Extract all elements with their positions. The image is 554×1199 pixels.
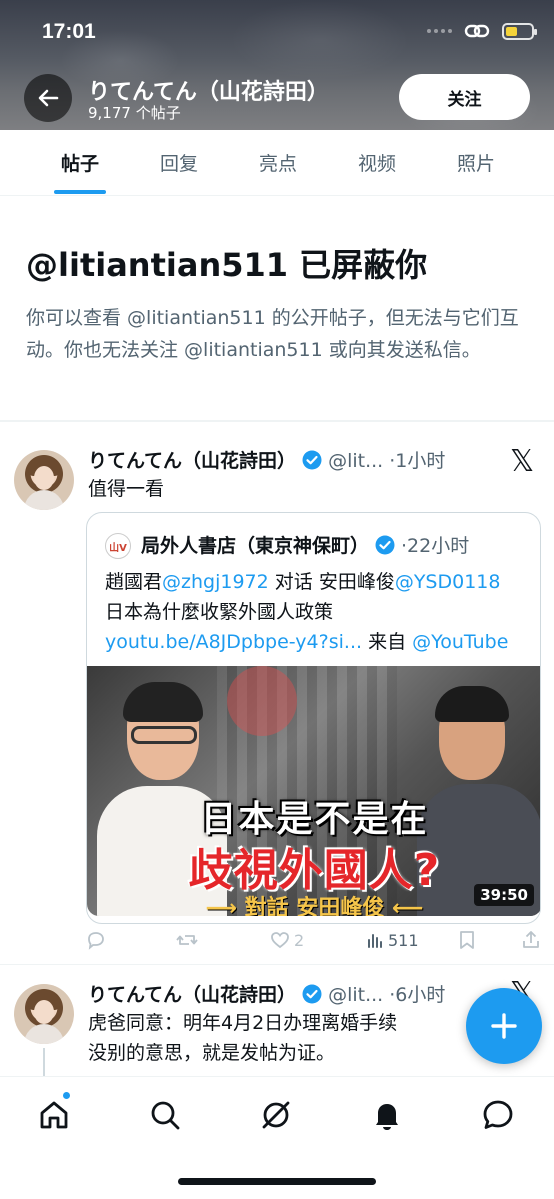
nav-messages[interactable]	[478, 1095, 518, 1135]
like-button[interactable]: 2	[270, 926, 304, 954]
quote-text-part: 对话 安田峰俊	[268, 571, 395, 593]
avatar[interactable]	[14, 450, 74, 510]
post-header: りてんてん（山花詩田） @lit... ·6小时	[88, 980, 445, 1007]
author-handle-time: @lit... ·6小时	[328, 984, 446, 1006]
quoted-post[interactable]: 山V 局外人書店（東京神保町） ·22小时 趙國君@zhgj1972 对话 安田…	[86, 512, 541, 924]
share-button[interactable]	[522, 926, 540, 954]
repost-icon	[176, 935, 198, 945]
x-logo-icon: 𝕏	[510, 444, 535, 479]
reply-button[interactable]	[86, 926, 106, 954]
quote-time: ·22小时	[401, 535, 470, 557]
chat-icon	[483, 1100, 513, 1129]
status-time: 17:01	[42, 20, 96, 43]
quote-text-part: 日本為什麼收緊外國人政策	[105, 601, 334, 623]
mention-link[interactable]: @YSD0118	[395, 571, 501, 593]
link-icon	[464, 24, 490, 38]
reply-icon	[88, 932, 104, 950]
bell-icon	[376, 1104, 398, 1130]
verified-icon	[375, 535, 395, 555]
repost-button[interactable]	[176, 926, 198, 954]
post-header: りてんてん（山花詩田） @lit... ·1小时	[88, 446, 445, 473]
compose-button[interactable]	[466, 988, 542, 1064]
verified-icon	[302, 450, 322, 470]
home-indicator	[178, 1178, 376, 1185]
mention-link[interactable]: @YouTube	[412, 631, 508, 653]
quote-text: 趙國君@zhgj1972 对话 安田峰俊@YSD0118 日本為什麼收緊外國人政…	[105, 567, 525, 657]
views-count: 511	[388, 930, 419, 950]
notification-dot	[62, 1091, 71, 1100]
blocked-title: @litiantian511 已屏蔽你	[26, 246, 428, 284]
author-name[interactable]: りてんてん（山花詩田）	[88, 446, 296, 473]
avatar[interactable]	[14, 984, 74, 1044]
mention-link[interactable]: @zhgj1972	[162, 571, 269, 593]
video-title-line2: 歧視外國人?	[188, 845, 441, 896]
search-icon	[151, 1101, 180, 1130]
follow-button[interactable]: 关注	[399, 74, 530, 120]
bookmark-button[interactable]	[458, 926, 476, 954]
video-thumbnail[interactable]: 日本是不是在 歧視外國人? ⟶ 對話 安田峰俊 ⟵ 39:50	[87, 666, 540, 916]
post-actions: 2 511	[86, 926, 541, 954]
views-button[interactable]: 511	[366, 926, 419, 954]
active-tab-indicator	[54, 190, 106, 194]
tab-posts[interactable]: 帖子	[30, 130, 130, 194]
share-icon	[523, 931, 539, 948]
post-count: 9,177 个帖子	[88, 104, 181, 122]
video-subtitle: ⟶ 對話 安田峰俊 ⟵	[205, 896, 424, 916]
post-text: 虎爸同意：明年4月2日办理离婚手续	[88, 1012, 398, 1034]
tab-highlights[interactable]: 亮点	[228, 130, 328, 194]
nav-grok[interactable]	[256, 1095, 296, 1135]
verified-icon	[302, 984, 322, 1004]
grok-icon	[262, 1101, 290, 1129]
plus-icon	[491, 1013, 517, 1039]
status-icons	[427, 22, 537, 40]
quote-avatar: 山V	[105, 533, 131, 559]
bookmark-icon	[460, 931, 474, 949]
divider	[0, 964, 554, 965]
video-duration: 39:50	[474, 884, 534, 906]
quote-author-name: 局外人書店（東京神保町）	[141, 535, 370, 557]
tab-photos[interactable]: 照片	[426, 130, 526, 194]
divider	[0, 420, 554, 422]
signal-icon	[427, 29, 452, 33]
author-name[interactable]: りてんてん（山花詩田）	[88, 980, 296, 1007]
thread-line	[43, 1048, 45, 1078]
home-icon	[40, 1101, 68, 1129]
author-handle-time: @lit... ·1小时	[328, 450, 446, 472]
quote-header: 局外人書店（東京神保町） ·22小时	[141, 531, 469, 558]
blocked-description: 你可以查看 @litiantian511 的公开帖子，但无法与它们互动。你也无法…	[26, 307, 519, 361]
quote-text-part: 来自	[362, 631, 413, 653]
tab-replies[interactable]: 回复	[129, 130, 229, 194]
battery-icon	[502, 22, 537, 40]
views-icon	[368, 934, 382, 948]
profile-tabs: 帖子 回复 亮点 视频 照片	[0, 130, 554, 196]
arrow-left-icon	[38, 89, 59, 107]
like-count: 2	[294, 930, 305, 950]
quote-text-part: 趙國君	[105, 571, 163, 593]
back-button[interactable]	[24, 74, 72, 122]
post-text: 值得一看	[88, 478, 165, 500]
nav-home[interactable]	[34, 1095, 74, 1135]
heart-icon	[271, 932, 289, 949]
nav-search[interactable]	[145, 1095, 185, 1135]
tab-videos[interactable]: 视频	[327, 130, 427, 194]
url-link[interactable]: youtu.be/A8JDpbpe-y4?si...	[105, 631, 362, 653]
post-text: 没别的意思，就是发帖为证。	[88, 1042, 336, 1064]
profile-header: 17:01 りてんてん（山花詩田） 9,177 个帖子 关注	[0, 0, 554, 130]
nav-notifications[interactable]	[367, 1095, 407, 1135]
